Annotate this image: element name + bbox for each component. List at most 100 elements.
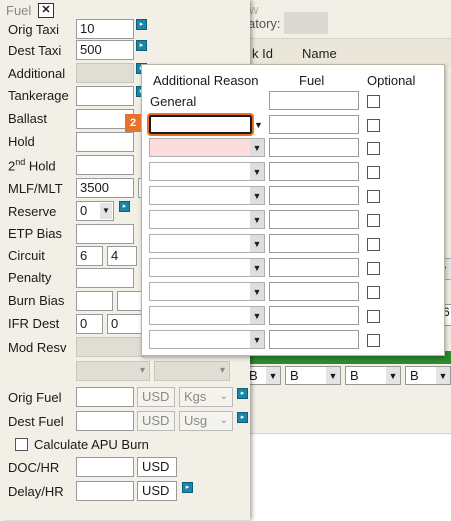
- optional-checkbox-5[interactable]: [367, 214, 380, 227]
- dest-fuel-label: Dest Fuel: [8, 414, 64, 429]
- info-icon[interactable]: ▸: [136, 19, 147, 30]
- chevron-down-icon: ▼: [250, 163, 264, 180]
- column-header-name: Name: [302, 46, 337, 61]
- optional-checkbox-9[interactable]: [367, 310, 380, 323]
- reason-select-9[interactable]: ▼: [149, 306, 265, 325]
- optional-checkbox-2[interactable]: [367, 142, 380, 155]
- etp-bias-label: ETP Bias: [8, 226, 62, 241]
- dest-fuel-unit-select[interactable]: Usg ⌄: [179, 411, 233, 431]
- reason-select-1[interactable]: [147, 113, 254, 136]
- calc-apu-checkbox[interactable]: [15, 438, 28, 451]
- fuel-input-general[interactable]: [269, 91, 359, 110]
- reserve-select[interactable]: 0 ▼: [76, 201, 114, 221]
- orig-fuel-unit-select[interactable]: Kgs ⌄: [179, 387, 233, 407]
- optional-checkbox-10[interactable]: [367, 334, 380, 347]
- info-icon[interactable]: ▸: [237, 388, 248, 399]
- optional-checkbox-6[interactable]: [367, 238, 380, 251]
- fuel-input-3[interactable]: [269, 162, 359, 181]
- crew-select-4[interactable]: B ▼: [405, 366, 451, 385]
- etp-bias-input[interactable]: [76, 224, 134, 244]
- delay-hr-input[interactable]: [76, 481, 134, 501]
- reason-select-5[interactable]: ▼: [149, 210, 265, 229]
- burn-bias-input-1[interactable]: [76, 291, 113, 311]
- info-icon[interactable]: ▸: [182, 482, 193, 493]
- tankerage-label: Tankerage: [8, 88, 69, 103]
- crew-select-3[interactable]: B ▼: [345, 366, 401, 385]
- second-hold-input[interactable]: [76, 155, 134, 175]
- doc-hr-currency: USD: [137, 457, 177, 477]
- additional-reason-popup: Additional Reason Fuel Optional General …: [141, 64, 445, 356]
- reason-select-4[interactable]: ▼: [149, 186, 265, 205]
- delay-hr-currency: USD: [137, 481, 177, 501]
- reason-select-3[interactable]: ▼: [149, 162, 265, 181]
- crew-select-2-value: B: [290, 368, 299, 383]
- orig-fuel-currency: USD: [137, 387, 175, 407]
- fuel-input-4[interactable]: [269, 186, 359, 205]
- dest-fuel-currency: USD: [137, 411, 175, 431]
- crew-select-3-value: B: [350, 368, 359, 383]
- fuel-input-8[interactable]: [269, 282, 359, 301]
- ifr-dest-label: IFR Dest: [8, 316, 60, 331]
- doc-hr-input[interactable]: [76, 457, 134, 477]
- chevron-down-icon: ▼: [250, 307, 264, 324]
- optional-checkbox-3[interactable]: [367, 166, 380, 179]
- reason-select-2[interactable]: ▼: [149, 138, 265, 157]
- column-header-id: k Id: [252, 46, 273, 61]
- info-icon[interactable]: ▸: [237, 412, 248, 423]
- fuel-input-10[interactable]: [269, 330, 359, 349]
- reason-select-7[interactable]: ▼: [149, 258, 265, 277]
- chevron-down-icon: ▾: [139, 365, 145, 376]
- fuel-input-6[interactable]: [269, 234, 359, 253]
- hold-label: Hold: [8, 134, 35, 149]
- burn-bias-input-2[interactable]: [117, 291, 144, 311]
- crew-select-1-value: B: [249, 368, 258, 383]
- circuit-input-1[interactable]: 6: [76, 246, 103, 266]
- circuit-input-2[interactable]: 4: [107, 246, 137, 266]
- orig-taxi-input[interactable]: 10: [76, 19, 134, 39]
- header-optional: Optional: [367, 73, 416, 88]
- optional-checkbox-4[interactable]: [367, 190, 380, 203]
- reason-select-6[interactable]: ▼: [149, 234, 265, 253]
- tankerage-input[interactable]: [76, 86, 134, 106]
- chevron-down-icon: ⌄: [219, 391, 228, 402]
- fuel-input-2[interactable]: [269, 138, 359, 157]
- orig-fuel-label: Orig Fuel: [8, 390, 62, 405]
- header-additional-reason: Additional Reason: [153, 73, 259, 88]
- chevron-down-icon: ▼: [250, 139, 264, 156]
- chevron-down-icon: ▾: [219, 365, 225, 376]
- mlf-mlt-input[interactable]: 3500: [76, 178, 134, 198]
- close-button[interactable]: ✕: [38, 3, 54, 18]
- general-label: General: [150, 94, 197, 109]
- dest-taxi-input[interactable]: 500: [76, 40, 134, 60]
- hold-input[interactable]: [76, 132, 134, 152]
- ifr-dest-input-2[interactable]: 0: [107, 314, 144, 334]
- penalty-input[interactable]: [76, 268, 134, 288]
- fuel-input-7[interactable]: [269, 258, 359, 277]
- fuel-panel-title: Fuel: [6, 3, 32, 18]
- additional-label: Additional: [8, 66, 66, 81]
- reserve-select-value: 0: [80, 203, 88, 218]
- optional-checkbox-general[interactable]: [367, 95, 380, 108]
- crew-select-4-value: B: [410, 368, 419, 383]
- dest-fuel-input[interactable]: [76, 411, 134, 431]
- optional-checkbox-7[interactable]: [367, 262, 380, 275]
- info-icon[interactable]: ▸: [136, 40, 147, 51]
- crew-select-2[interactable]: B ▼: [285, 366, 341, 385]
- optional-checkbox-8[interactable]: [367, 286, 380, 299]
- reason-select-8[interactable]: ▼: [149, 282, 265, 301]
- mlf-mlt-label: MLF/MLT: [8, 181, 63, 196]
- fuel-input-5[interactable]: [269, 210, 359, 229]
- orig-fuel-input[interactable]: [76, 387, 134, 407]
- penalty-label: Penalty: [8, 270, 52, 285]
- dest-taxi-label: Dest Taxi: [8, 43, 62, 58]
- ifr-dest-input-1[interactable]: 0: [76, 314, 103, 334]
- reason-select-10[interactable]: ▼: [149, 330, 265, 349]
- burn-bias-label: Burn Bias: [8, 293, 65, 308]
- info-icon[interactable]: ▸: [119, 201, 130, 212]
- chevron-down-icon[interactable]: ▼: [252, 115, 265, 134]
- fuel-input-9[interactable]: [269, 306, 359, 325]
- fuel-input-1[interactable]: [269, 115, 359, 134]
- doc-hr-label: DOC/HR: [8, 460, 60, 475]
- optional-checkbox-1[interactable]: [367, 119, 380, 132]
- delay-hr-label: Delay/HR: [8, 484, 64, 499]
